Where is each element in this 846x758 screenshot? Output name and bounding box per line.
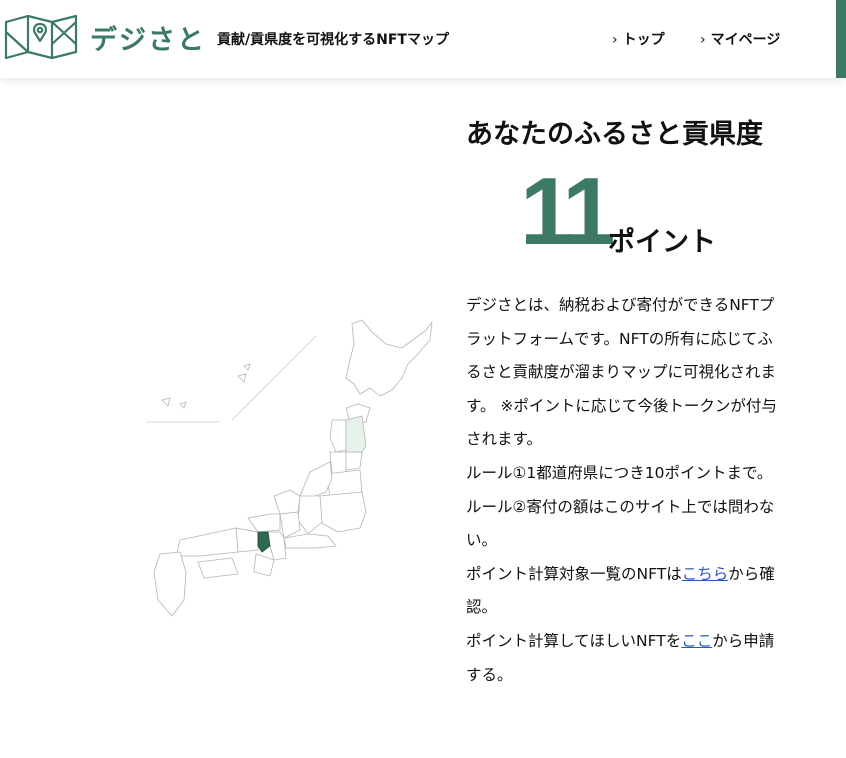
prefecture-akita	[329, 419, 347, 453]
brand-name[interactable]: デジさと	[90, 18, 206, 57]
prefecture-niigata	[299, 461, 333, 499]
prefecture-toyama-ishikawa	[273, 489, 301, 515]
page-title: あなたのふるさと貢県度	[466, 119, 763, 150]
rule-1: ルール①1都道府県につき10ポイントまで。	[466, 463, 773, 482]
site-tagline: 貢献/貢県度を可視化するNFTマップ	[217, 32, 449, 48]
nft-list-line: ポイント計算対象一覧のNFTはこちらから確認。	[466, 558, 788, 625]
prefecture-nara-wakayama	[253, 553, 275, 577]
apply-line: ポイント計算してほしいNFTをここから申請する。	[466, 625, 788, 692]
apply-prefix: ポイント計算してほしいNFTを	[466, 631, 682, 650]
prefecture-nagano	[297, 495, 323, 535]
prefecture-fukui-kyoto	[247, 513, 281, 533]
contribution-score: 11	[520, 158, 616, 265]
nav-link-top[interactable]: › トップ	[612, 29, 665, 49]
nft-list-prefix: ポイント計算対象一覧のNFTは	[466, 564, 682, 583]
rule-2: ルール②寄付の額はこのサイト上では問わない。	[466, 497, 775, 550]
chevron-right-icon: ›	[612, 32, 618, 48]
prefecture-shizuoka-aichi	[283, 533, 337, 549]
nav-link-top-label: トップ	[622, 32, 665, 48]
prefecture-osaka-highlight	[257, 531, 271, 553]
prefecture-chugoku	[175, 527, 239, 557]
japan-contribution-map[interactable]	[140, 300, 460, 630]
description-text: デジさとは、納税および寄付ができるNFTプラットフォームです。NFTの所有に応じ…	[466, 296, 777, 449]
map-logo-icon[interactable]	[4, 14, 78, 60]
prefecture-kanto	[319, 491, 367, 533]
apply-link[interactable]: ここ	[681, 632, 712, 650]
prefecture-shikoku	[197, 557, 239, 579]
prefecture-hyogo	[235, 527, 259, 553]
prefecture-okinawa	[161, 363, 251, 409]
prefecture-miyagi	[345, 451, 363, 471]
nft-list-link[interactable]: こちら	[682, 565, 729, 583]
score-unit: ポイント	[608, 227, 716, 258]
nav-link-mypage[interactable]: › マイページ	[700, 29, 780, 49]
prefecture-iwate-highlight	[345, 415, 367, 453]
prefecture-kyushu	[153, 551, 187, 617]
prefecture-gifu	[279, 511, 301, 539]
header-accent-bar	[836, 0, 846, 78]
nav-link-mypage-label: マイページ	[710, 32, 781, 48]
site-header: デジさと 貢献/貢県度を可視化するNFTマップ › トップ › マイページ	[0, 0, 846, 78]
description-block: デジさとは、納税および寄付ができるNFTプラットフォームです。NFTの所有に応じ…	[466, 289, 788, 692]
prefecture-hokkaido	[345, 319, 433, 397]
prefecture-yamagata	[329, 451, 347, 475]
chevron-right-icon: ›	[700, 32, 706, 48]
